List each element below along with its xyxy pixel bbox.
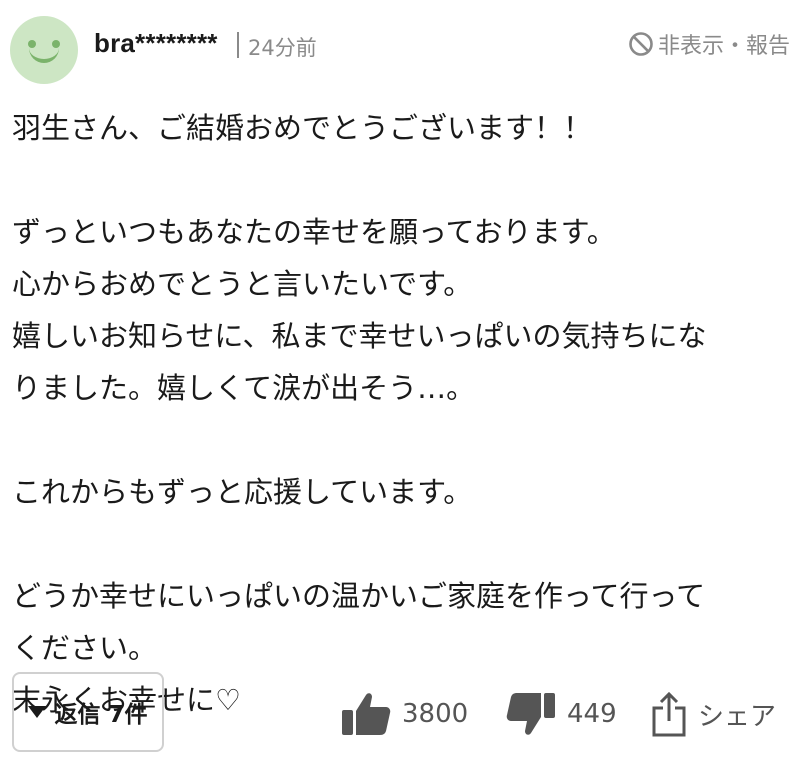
hide-report-label: 非表示・報告	[657, 34, 790, 59]
dislike-count: 449	[567, 699, 617, 729]
comment-line: ずっといつもあなたの幸せを願っております。	[12, 215, 616, 249]
comment-line: 嬉しいお知らせに、私まで幸せいっぱいの気持ちにな	[12, 319, 707, 353]
hide-report-button[interactable]: 非表示・報告	[628, 28, 790, 60]
replies-toggle-button[interactable]: 返信 7件	[12, 672, 164, 752]
header-divider	[237, 32, 239, 58]
like-count: 3800	[402, 699, 469, 729]
dislike-button[interactable]: 449	[505, 686, 617, 742]
user-name[interactable]: bra********	[94, 28, 218, 59]
smiley-avatar-icon	[10, 16, 78, 84]
prohibited-icon	[629, 32, 653, 56]
thumbs-down-icon	[506, 693, 555, 735]
comment-line: これからもずっと応援しています。	[12, 475, 473, 509]
comment-card: bra******** 24分前 非表示・報告 羽生さん、ご結婚おめでとうござい…	[0, 0, 800, 770]
comment-line-blank	[12, 414, 792, 466]
like-button[interactable]: 3800	[340, 686, 468, 742]
comment-line: 心からおめでとうと言いたいです。	[12, 267, 473, 301]
comment-line-blank	[12, 154, 792, 206]
post-time: 24分前	[248, 36, 317, 60]
triangle-down-icon	[28, 706, 47, 718]
share-icon	[652, 691, 686, 737]
comment-line: りました。嬉しくて涙が出そう…。	[12, 371, 476, 405]
thumbs-up-icon	[342, 693, 391, 735]
comment-line: 羽生さん、ご結婚おめでとうございます！！	[12, 111, 593, 145]
comment-line: ください。	[12, 631, 158, 665]
share-label: シェア	[698, 701, 777, 732]
avatar-mouth	[29, 46, 59, 63]
comment-line-blank	[12, 518, 792, 570]
share-button[interactable]: シェア	[650, 686, 776, 742]
comment-header: bra******** 24分前 非表示・報告	[10, 16, 790, 86]
replies-label: 返信 7件	[54, 702, 148, 728]
comment-line: どうか幸せにいっぱいの温かいご家庭を作って行って	[12, 579, 706, 613]
comment-body: 羽生さん、ご結婚おめでとうございます！！ ずっといつもあなたの幸せを願っておりま…	[12, 102, 792, 726]
